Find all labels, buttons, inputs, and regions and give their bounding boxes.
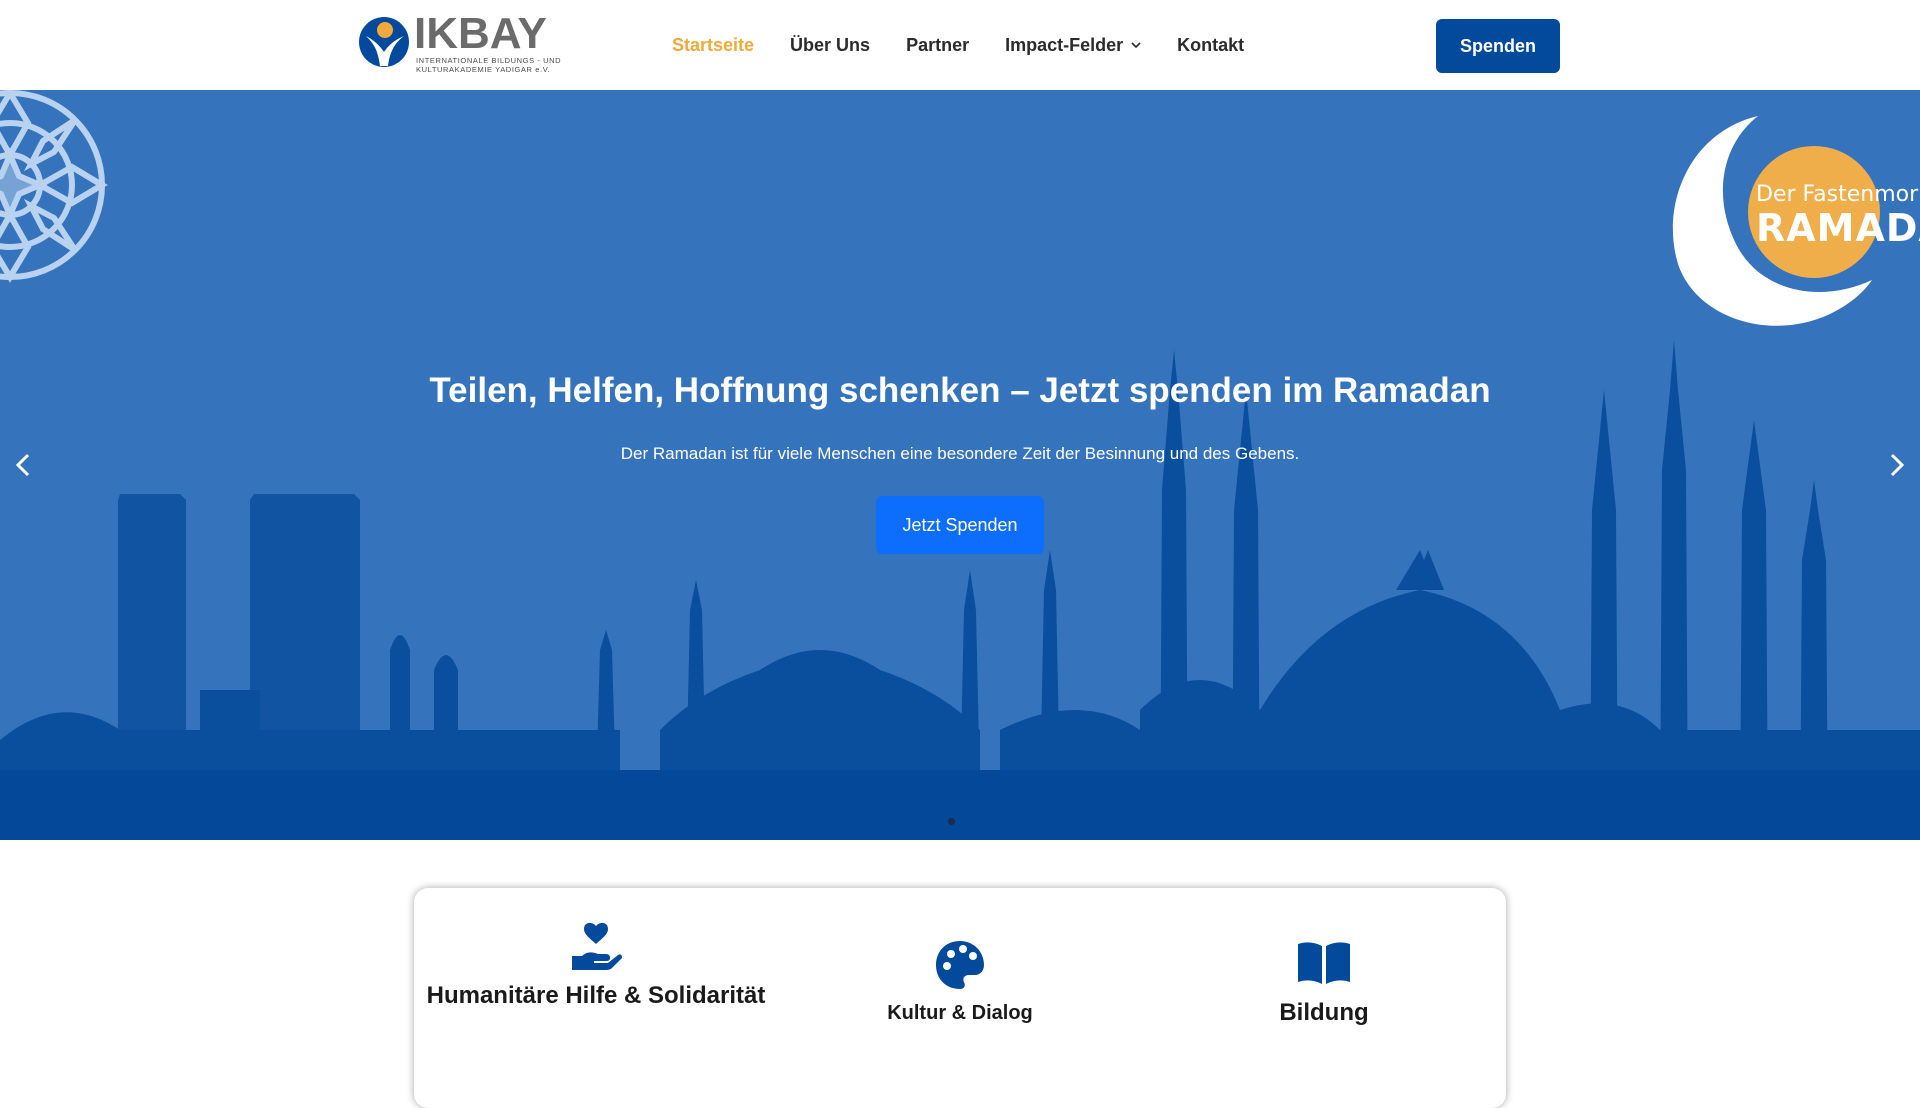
nav-item-ueber-uns[interactable]: Über Uns <box>790 35 870 56</box>
hero-slider: Der Fastenmor RAMADA <box>0 90 1920 840</box>
logo-tagline-line2: KULTURAKADEMIE YADIGAR e.V. <box>416 65 551 74</box>
skyline-illustration <box>0 340 1920 840</box>
main-nav: Startseite Über Uns Partner Impact-Felde… <box>672 0 1280 90</box>
book-open-icon <box>1298 942 1350 984</box>
site-header: IKBAY INTERNATIONALE BILDUNGS - UND KULT… <box>0 0 1920 90</box>
palette-icon <box>936 941 984 989</box>
chevron-right-icon[interactable] <box>1882 445 1912 485</box>
slider-dot[interactable] <box>948 818 955 825</box>
feature-card-humanitaere-hilfe[interactable]: Humanitäre Hilfe & Solidarität <box>414 888 778 1080</box>
logo-wordmark: IKBAY <box>414 9 547 58</box>
logo-tagline-line1: INTERNATIONALE BILDUNGS - UND <box>416 56 562 65</box>
donate-now-button[interactable]: Jetzt Spenden <box>876 496 1044 554</box>
feature-title-humanitaere-hilfe: Humanitäre Hilfe & Solidarität <box>426 982 766 1009</box>
hero-title: Teilen, Helfen, Hoffnung schenken – Jetz… <box>429 371 1491 410</box>
feature-card-kultur-dialog[interactable]: Kultur & Dialog <box>778 888 1142 1080</box>
logo-mark-icon <box>359 17 409 67</box>
nav-item-partner[interactable]: Partner <box>906 35 969 56</box>
feature-title-kultur-dialog: Kultur & Dialog <box>887 1002 1033 1024</box>
logo-tagline: INTERNATIONALE BILDUNGS - UND KULTURAKAD… <box>416 56 592 74</box>
nav-item-startseite[interactable]: Startseite <box>672 35 754 56</box>
nav-item-kontakt[interactable]: Kontakt <box>1177 35 1244 56</box>
impact-fields-panel: Humanitäre Hilfe & Solidarität Kultur & … <box>414 888 1506 1108</box>
feature-card-bildung[interactable]: Bildung <box>1142 888 1506 1080</box>
nav-item-impact-felder-label: Impact-Felder <box>1005 34 1124 55</box>
logo[interactable]: IKBAY INTERNATIONALE BILDUNGS - UND KULT… <box>358 10 588 78</box>
hero-subtitle: Der Ramadan ist für viele Menschen eine … <box>620 444 1300 463</box>
chevron-down-icon <box>1131 42 1141 49</box>
chevron-left-icon[interactable] <box>8 445 38 485</box>
nav-item-impact-felder[interactable]: Impact-Felder <box>1005 35 1141 56</box>
feature-title-bildung: Bildung <box>1279 999 1369 1026</box>
donate-button[interactable]: Spenden <box>1436 19 1560 73</box>
hand-heart-icon <box>572 922 622 970</box>
